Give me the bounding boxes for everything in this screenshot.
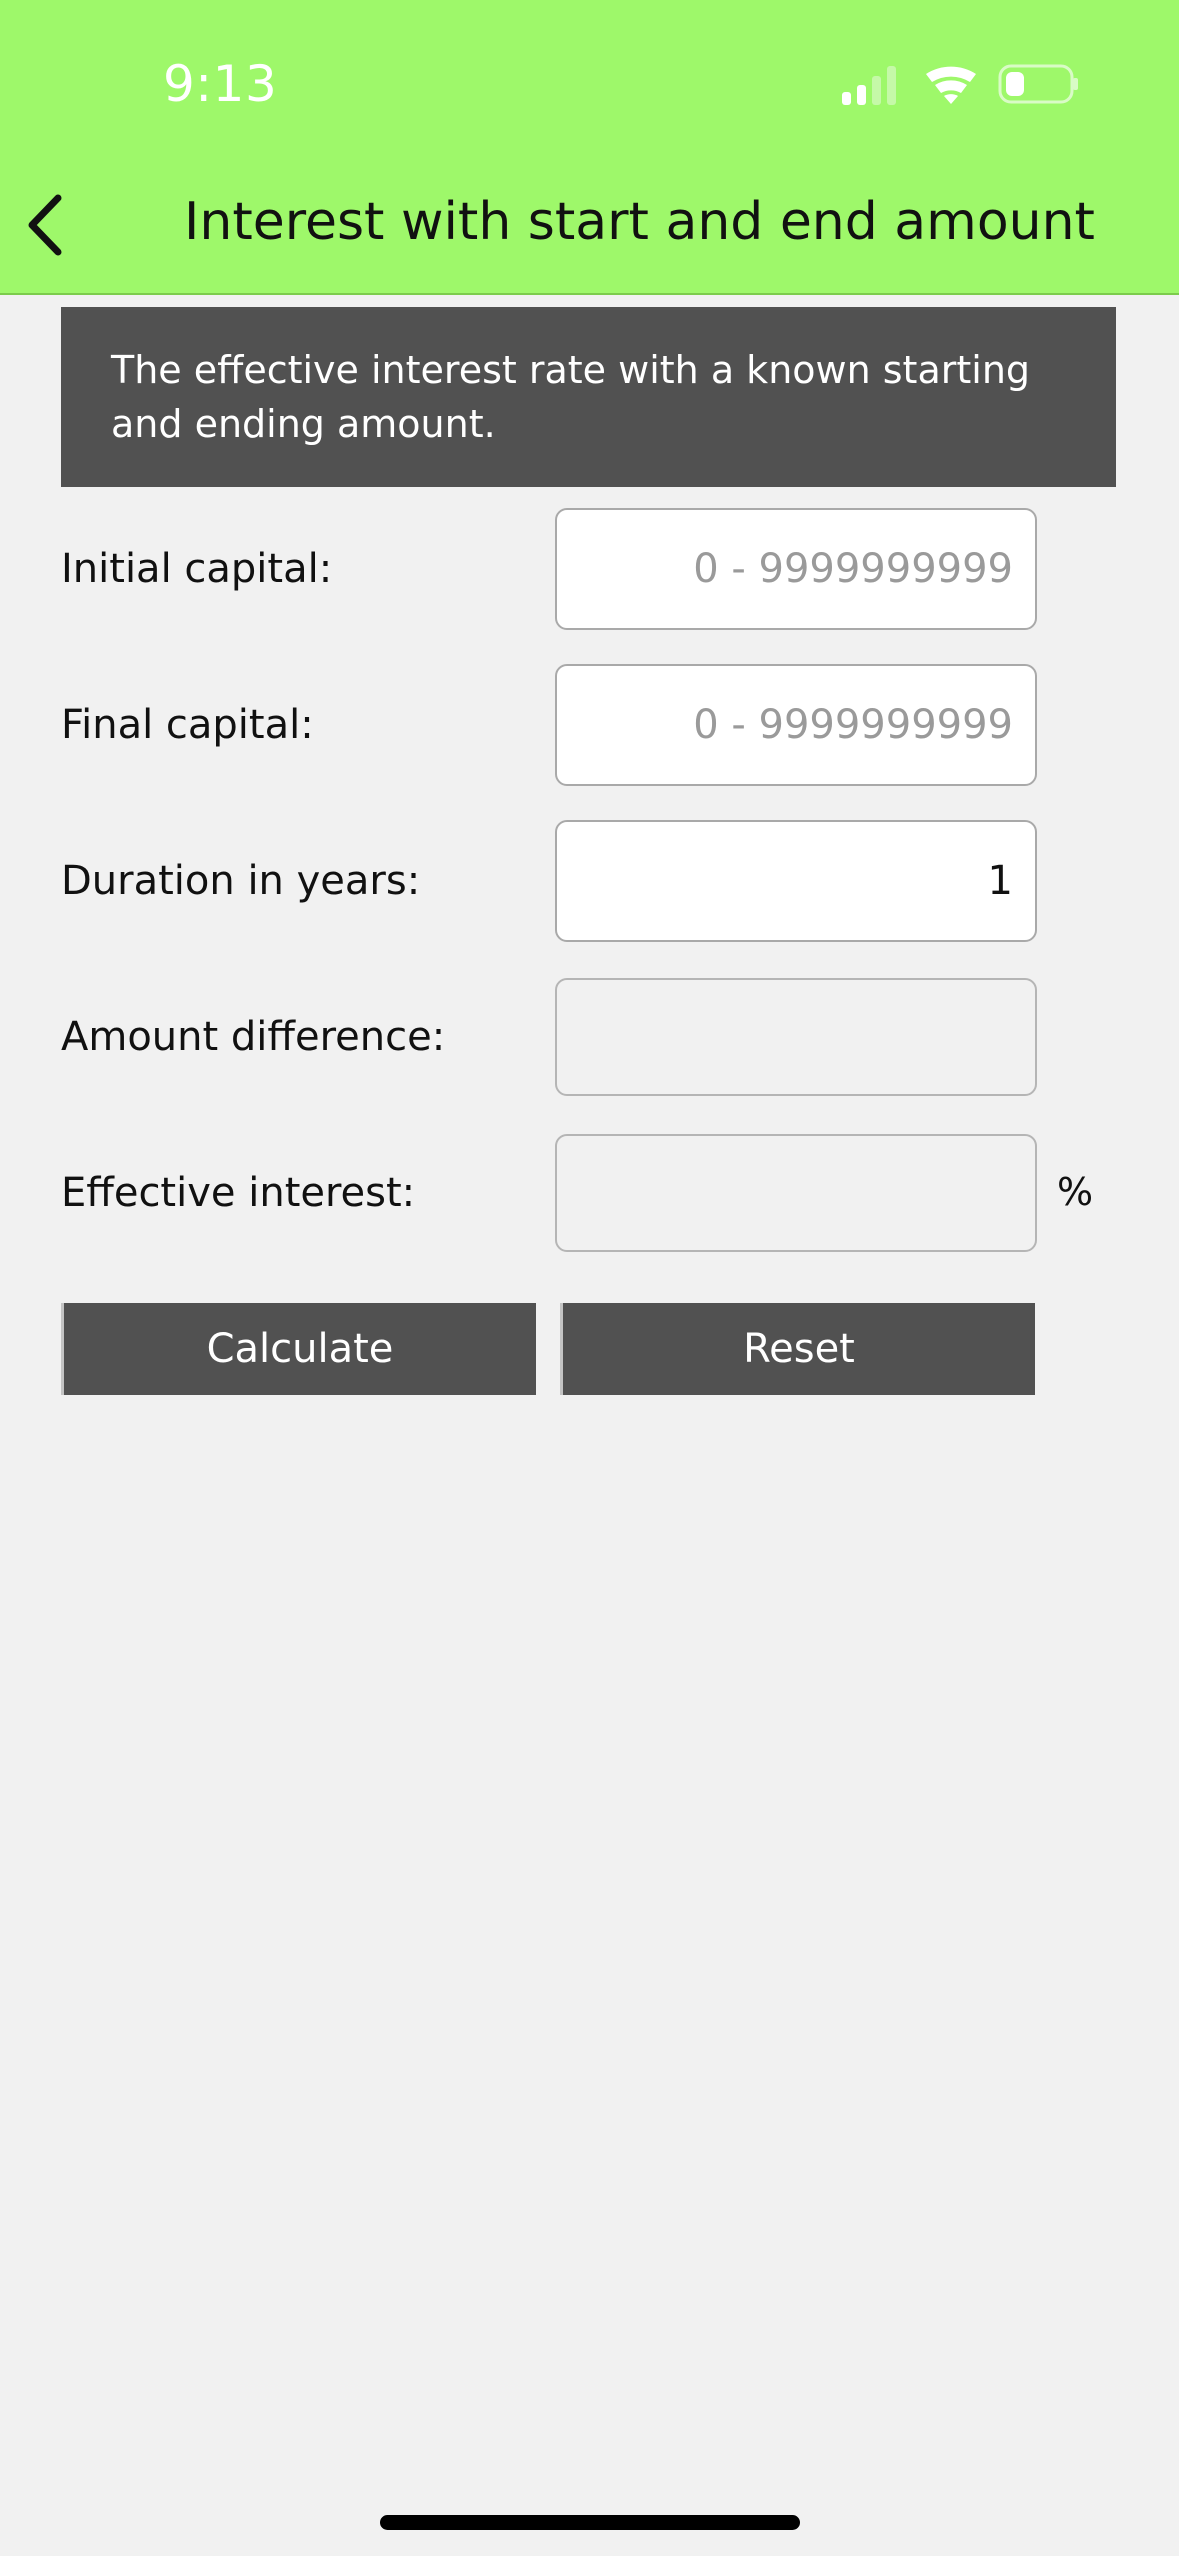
duration-label: Duration in years:: [61, 858, 421, 904]
back-button[interactable]: [20, 190, 80, 260]
amount-difference-label: Amount difference:: [61, 1014, 446, 1060]
app-header: 9:13 Interest with start and end amount: [0, 0, 1179, 295]
duration-input[interactable]: [555, 820, 1037, 942]
effective-interest-label: Effective interest:: [61, 1170, 416, 1216]
home-indicator[interactable]: [380, 2515, 800, 2530]
percent-unit-label: %: [1057, 1170, 1094, 1214]
amount-difference-output: [555, 978, 1037, 1096]
cellular-signal-icon: [842, 66, 896, 105]
calculate-button-label: Calculate: [206, 1326, 394, 1372]
status-icons: [842, 62, 1082, 112]
reset-button-label: Reset: [743, 1326, 855, 1372]
effective-interest-output: [555, 1134, 1037, 1252]
reset-button[interactable]: Reset: [560, 1303, 1035, 1395]
info-banner: The effective interest rate with a known…: [61, 307, 1116, 487]
final-capital-input[interactable]: [555, 664, 1037, 786]
wifi-icon: [926, 66, 976, 104]
final-capital-label: Final capital:: [61, 702, 314, 748]
page-title: Interest with start and end amount: [184, 192, 1095, 252]
info-text: The effective interest rate with a known…: [111, 348, 1031, 446]
status-time: 9:13: [163, 55, 278, 113]
initial-capital-label: Initial capital:: [61, 546, 333, 592]
initial-capital-input[interactable]: [555, 508, 1037, 630]
battery-icon: [998, 64, 1078, 104]
chevron-left-icon: [28, 194, 62, 256]
calculate-button[interactable]: Calculate: [61, 1303, 536, 1395]
status-icons-svg: [842, 64, 1078, 105]
